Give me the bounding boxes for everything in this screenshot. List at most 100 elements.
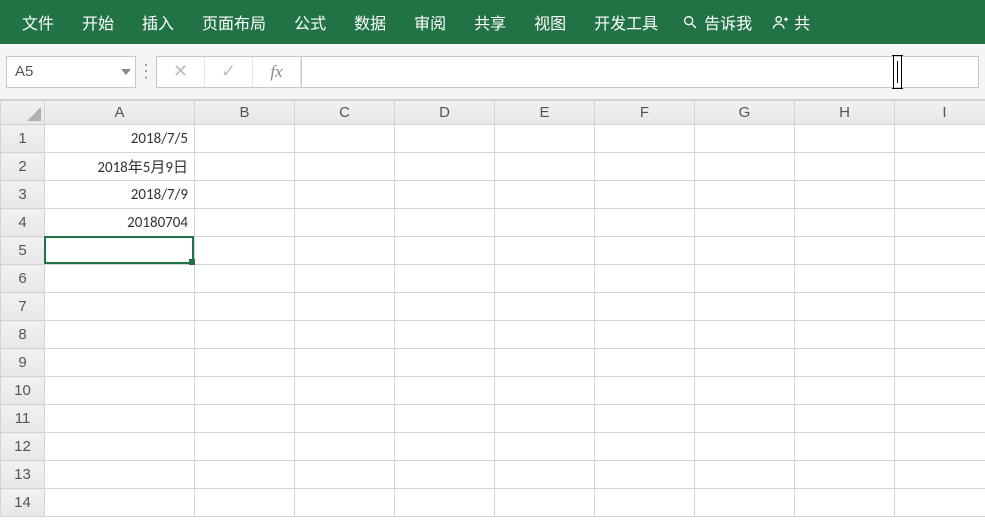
cell[interactable] (795, 321, 895, 349)
cell[interactable]: 2018/7/5 (45, 125, 195, 153)
cell[interactable]: 2018年5月9日 (45, 153, 195, 181)
cell[interactable] (495, 321, 595, 349)
cell[interactable] (695, 181, 795, 209)
select-all-corner[interactable] (1, 101, 45, 125)
cell[interactable] (595, 209, 695, 237)
cell[interactable] (795, 237, 895, 265)
cell[interactable] (495, 237, 595, 265)
split-handle[interactable]: ⋮ (136, 61, 156, 82)
cell[interactable] (395, 265, 495, 293)
name-box[interactable]: A5 (6, 56, 136, 88)
cell[interactable] (695, 265, 795, 293)
col-header-F[interactable]: F (595, 101, 695, 125)
col-header-H[interactable]: H (795, 101, 895, 125)
cell[interactable] (795, 153, 895, 181)
col-header-D[interactable]: D (395, 101, 495, 125)
cell[interactable] (295, 125, 395, 153)
cell[interactable] (295, 153, 395, 181)
tab-file[interactable]: 文件 (8, 0, 68, 44)
col-header-B[interactable]: B (195, 101, 295, 125)
cell[interactable] (395, 489, 495, 517)
tab-insert[interactable]: 插入 (128, 0, 188, 44)
cell[interactable] (495, 153, 595, 181)
row-header[interactable]: 3 (1, 181, 45, 209)
cell[interactable] (495, 209, 595, 237)
col-header-G[interactable]: G (695, 101, 795, 125)
cell[interactable] (395, 125, 495, 153)
cell[interactable] (295, 209, 395, 237)
cell[interactable] (695, 405, 795, 433)
cell[interactable] (45, 321, 195, 349)
cell[interactable] (45, 237, 195, 265)
cell[interactable] (695, 321, 795, 349)
cell[interactable] (45, 293, 195, 321)
cell[interactable] (695, 125, 795, 153)
cell[interactable] (695, 209, 795, 237)
cell[interactable] (495, 405, 595, 433)
cell[interactable] (495, 181, 595, 209)
cell[interactable] (195, 153, 295, 181)
cell[interactable] (895, 321, 985, 349)
row-header[interactable]: 4 (1, 209, 45, 237)
cell[interactable] (695, 377, 795, 405)
cell[interactable] (595, 349, 695, 377)
cell[interactable] (45, 377, 195, 405)
cell[interactable] (695, 237, 795, 265)
cell[interactable] (595, 321, 695, 349)
cell[interactable] (295, 265, 395, 293)
cell[interactable] (45, 489, 195, 517)
tab-home[interactable]: 开始 (68, 0, 128, 44)
cell[interactable] (595, 265, 695, 293)
cell[interactable] (45, 405, 195, 433)
cell[interactable] (895, 181, 985, 209)
row-header[interactable]: 5 (1, 237, 45, 265)
cell[interactable] (295, 377, 395, 405)
cell[interactable] (295, 405, 395, 433)
cell[interactable] (795, 349, 895, 377)
cell[interactable] (495, 461, 595, 489)
cell[interactable] (795, 405, 895, 433)
row-header[interactable]: 2 (1, 153, 45, 181)
cell[interactable] (195, 433, 295, 461)
cell[interactable] (295, 321, 395, 349)
cell[interactable] (795, 461, 895, 489)
cell[interactable] (195, 181, 295, 209)
cell[interactable] (795, 125, 895, 153)
cell[interactable] (195, 489, 295, 517)
cell[interactable] (295, 349, 395, 377)
cell[interactable] (695, 293, 795, 321)
tab-data[interactable]: 数据 (340, 0, 400, 44)
tab-formula[interactable]: 公式 (280, 0, 340, 44)
cell[interactable] (395, 237, 495, 265)
cell[interactable] (895, 265, 985, 293)
row-header[interactable]: 6 (1, 265, 45, 293)
cell[interactable] (295, 181, 395, 209)
cell[interactable] (395, 209, 495, 237)
cancel-button[interactable]: ✕ (157, 57, 205, 87)
row-header[interactable]: 12 (1, 433, 45, 461)
cell[interactable] (795, 489, 895, 517)
formula-input[interactable] (301, 56, 979, 88)
tab-view[interactable]: 视图 (520, 0, 580, 44)
cell[interactable] (895, 125, 985, 153)
cell[interactable] (195, 125, 295, 153)
row-header[interactable]: 9 (1, 349, 45, 377)
cell[interactable] (895, 349, 985, 377)
cell[interactable] (895, 433, 985, 461)
cell[interactable] (45, 349, 195, 377)
cell[interactable] (795, 377, 895, 405)
row-header[interactable]: 8 (1, 321, 45, 349)
cell[interactable] (595, 293, 695, 321)
cell[interactable] (395, 433, 495, 461)
cell[interactable] (195, 405, 295, 433)
cell[interactable] (595, 153, 695, 181)
cell[interactable] (395, 321, 495, 349)
col-header-E[interactable]: E (495, 101, 595, 125)
cell[interactable] (895, 293, 985, 321)
cell[interactable] (695, 433, 795, 461)
tab-review[interactable]: 审阅 (400, 0, 460, 44)
cell[interactable] (195, 321, 295, 349)
cell[interactable] (495, 349, 595, 377)
col-header-A[interactable]: A (45, 101, 195, 125)
tab-share[interactable]: 共享 (460, 0, 520, 44)
